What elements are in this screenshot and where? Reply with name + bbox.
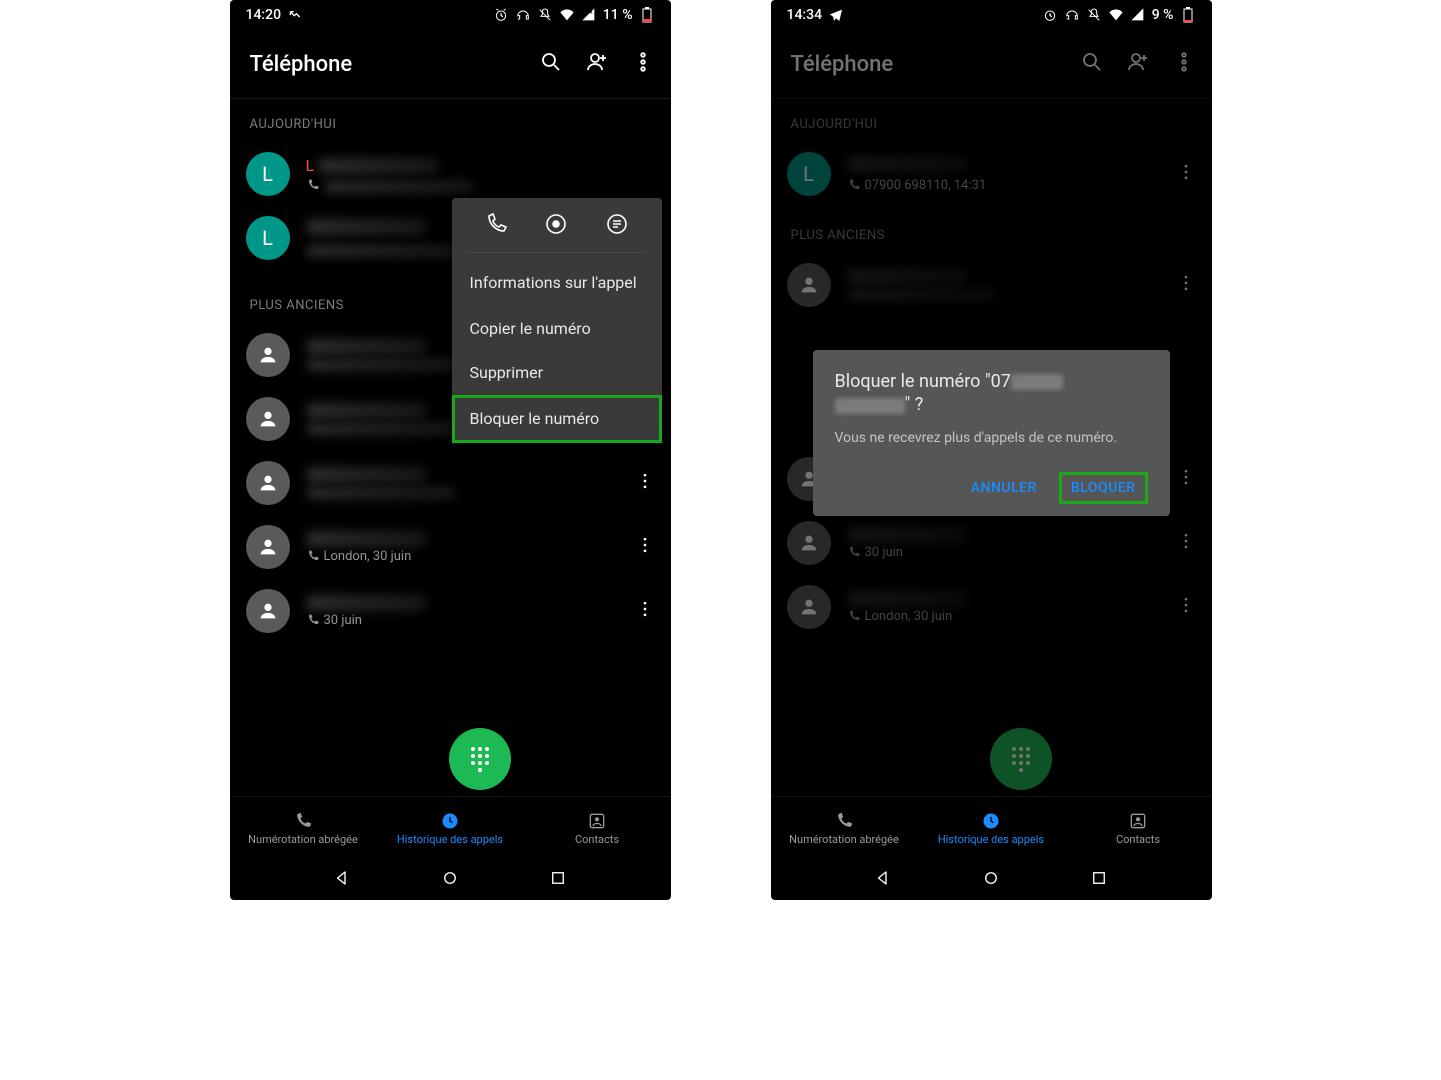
ctx-delete[interactable]: Supprimer xyxy=(452,351,662,395)
row-overflow-icon[interactable] xyxy=(635,535,655,559)
avatar[interactable] xyxy=(246,333,290,377)
avatar[interactable]: L xyxy=(246,216,290,260)
avatar[interactable] xyxy=(246,397,290,441)
bottom-nav: Numérotation abrégée Historique des appe… xyxy=(771,796,1212,860)
row-overflow-icon[interactable] xyxy=(635,471,655,495)
phone-right: 14:34 9 % Téléphone AUJOURD'HUI L 07900 … xyxy=(771,0,1212,900)
dialog-title: Bloquer le numéro "07" ? xyxy=(835,370,1148,417)
add-contact-icon[interactable] xyxy=(585,50,609,78)
svg-text:x: x xyxy=(589,9,592,16)
nav-label: Numérotation abrégée xyxy=(248,834,358,846)
nav-speed-dial[interactable]: Numérotation abrégée xyxy=(230,797,377,860)
android-nav xyxy=(771,860,1212,900)
battery-level: 9 % xyxy=(1152,7,1174,23)
nav-label: Numérotation abrégée xyxy=(789,834,899,846)
recent-icon[interactable] xyxy=(549,869,567,891)
block-dialog: Bloquer le numéro "07" ? Vous ne recevre… xyxy=(813,350,1170,516)
avatar[interactable]: L xyxy=(246,152,290,196)
mute-icon xyxy=(537,7,553,23)
android-nav xyxy=(230,860,671,900)
home-icon[interactable] xyxy=(982,869,1000,891)
signal-icon xyxy=(1130,7,1146,23)
battery-icon xyxy=(1180,7,1196,23)
nav-label: Historique des appels xyxy=(938,834,1044,846)
nav-contacts[interactable]: Contacts xyxy=(1065,797,1212,860)
alarm-icon xyxy=(1042,7,1058,23)
telegram-icon xyxy=(828,7,844,23)
battery-level: 11 % xyxy=(603,7,633,23)
headphones-icon xyxy=(1064,7,1080,23)
video-icon[interactable] xyxy=(544,212,568,240)
wifi-icon xyxy=(559,7,575,23)
headphones-icon xyxy=(515,7,531,23)
home-icon[interactable] xyxy=(441,869,459,891)
app-title: Téléphone xyxy=(250,52,539,77)
status-time: 14:34 xyxy=(787,7,823,23)
call-row[interactable]: L L xyxy=(238,142,663,206)
wifi-icon xyxy=(1108,7,1124,23)
row-overflow-icon[interactable] xyxy=(635,599,655,623)
back-icon[interactable] xyxy=(333,869,351,891)
status-time: 14:20 xyxy=(246,7,282,23)
nav-speed-dial[interactable]: Numérotation abrégée xyxy=(771,797,918,860)
mute-icon xyxy=(1086,7,1102,23)
call-meta: 30 juin xyxy=(324,613,362,628)
avatar[interactable] xyxy=(246,525,290,569)
message-icon[interactable] xyxy=(605,212,629,240)
avatar[interactable] xyxy=(246,461,290,505)
call-name: L xyxy=(306,156,315,175)
battery-icon xyxy=(639,7,655,23)
overflow-icon[interactable] xyxy=(631,50,655,78)
nav-label: Contacts xyxy=(1116,834,1160,846)
call-meta: London, 30 juin xyxy=(324,549,412,564)
context-menu: Informations sur l'appel Copier le numér… xyxy=(452,198,662,443)
dialog-body: Vous ne recevrez plus d'appels de ce num… xyxy=(835,429,1148,449)
avatar[interactable] xyxy=(246,589,290,633)
nav-contacts[interactable]: Contacts xyxy=(524,797,671,860)
block-button[interactable]: BLOQUER xyxy=(1059,472,1148,504)
alarm-icon xyxy=(493,7,509,23)
call-row[interactable] xyxy=(238,451,663,515)
section-today: AUJOURD'HUI xyxy=(230,99,671,142)
nav-history[interactable]: Historique des appels xyxy=(377,797,524,860)
ctx-call-info[interactable]: Informations sur l'appel xyxy=(452,259,662,307)
nav-history[interactable]: Historique des appels xyxy=(918,797,1065,860)
ctx-copy-number[interactable]: Copier le numéro xyxy=(452,307,662,351)
nav-label: Historique des appels xyxy=(397,834,503,846)
signal-icon: x xyxy=(581,7,597,23)
call-row[interactable]: 30 juin xyxy=(238,579,663,643)
dialpad-fab[interactable] xyxy=(449,728,511,790)
call-icon[interactable] xyxy=(484,212,508,240)
cancel-button[interactable]: ANNULER xyxy=(959,472,1049,504)
app-header: Téléphone xyxy=(230,30,671,99)
recent-icon[interactable] xyxy=(1090,869,1108,891)
status-bar: 14:20 x 11 % xyxy=(230,0,671,30)
missed-call-icon xyxy=(287,7,303,23)
status-bar: 14:34 9 % xyxy=(771,0,1212,30)
back-icon[interactable] xyxy=(874,869,892,891)
call-row[interactable]: London, 30 juin xyxy=(238,515,663,579)
bottom-nav: Numérotation abrégée Historique des appe… xyxy=(230,796,671,860)
nav-label: Contacts xyxy=(575,834,619,846)
search-icon[interactable] xyxy=(539,50,563,78)
phone-left: 14:20 x 11 % Téléphone AUJOURD'HUI L L xyxy=(230,0,671,900)
ctx-block-number[interactable]: Bloquer le numéro xyxy=(452,395,662,443)
